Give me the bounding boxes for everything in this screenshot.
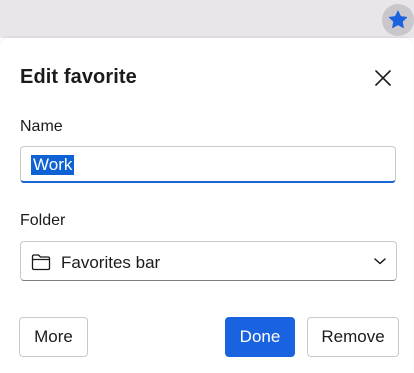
name-input[interactable]: Work: [20, 146, 396, 183]
more-button[interactable]: More: [19, 317, 88, 357]
name-input-selected-text[interactable]: Work: [31, 155, 75, 175]
browser-toolbar: [0, 0, 414, 38]
browser-viewport: Edit favorite Name Work Folder Favorites…: [0, 0, 414, 373]
chevron-down-icon: [374, 258, 386, 265]
done-button[interactable]: Done: [225, 317, 295, 357]
folder-selected-value: Favorites bar: [61, 253, 161, 272]
folder-label: Folder: [20, 212, 66, 229]
favorite-star-button[interactable]: [382, 4, 414, 36]
close-icon: [375, 70, 391, 86]
dialog-title: Edit favorite: [20, 66, 137, 88]
remove-button[interactable]: Remove: [307, 317, 399, 357]
name-label: Name: [20, 118, 63, 135]
close-button[interactable]: [369, 64, 397, 92]
star-filled-icon: [388, 10, 408, 29]
edit-favorite-dialog: Edit favorite Name Work Folder Favorites…: [0, 38, 413, 373]
folder-icon: [31, 254, 51, 271]
folder-select[interactable]: Favorites bar: [20, 241, 397, 281]
